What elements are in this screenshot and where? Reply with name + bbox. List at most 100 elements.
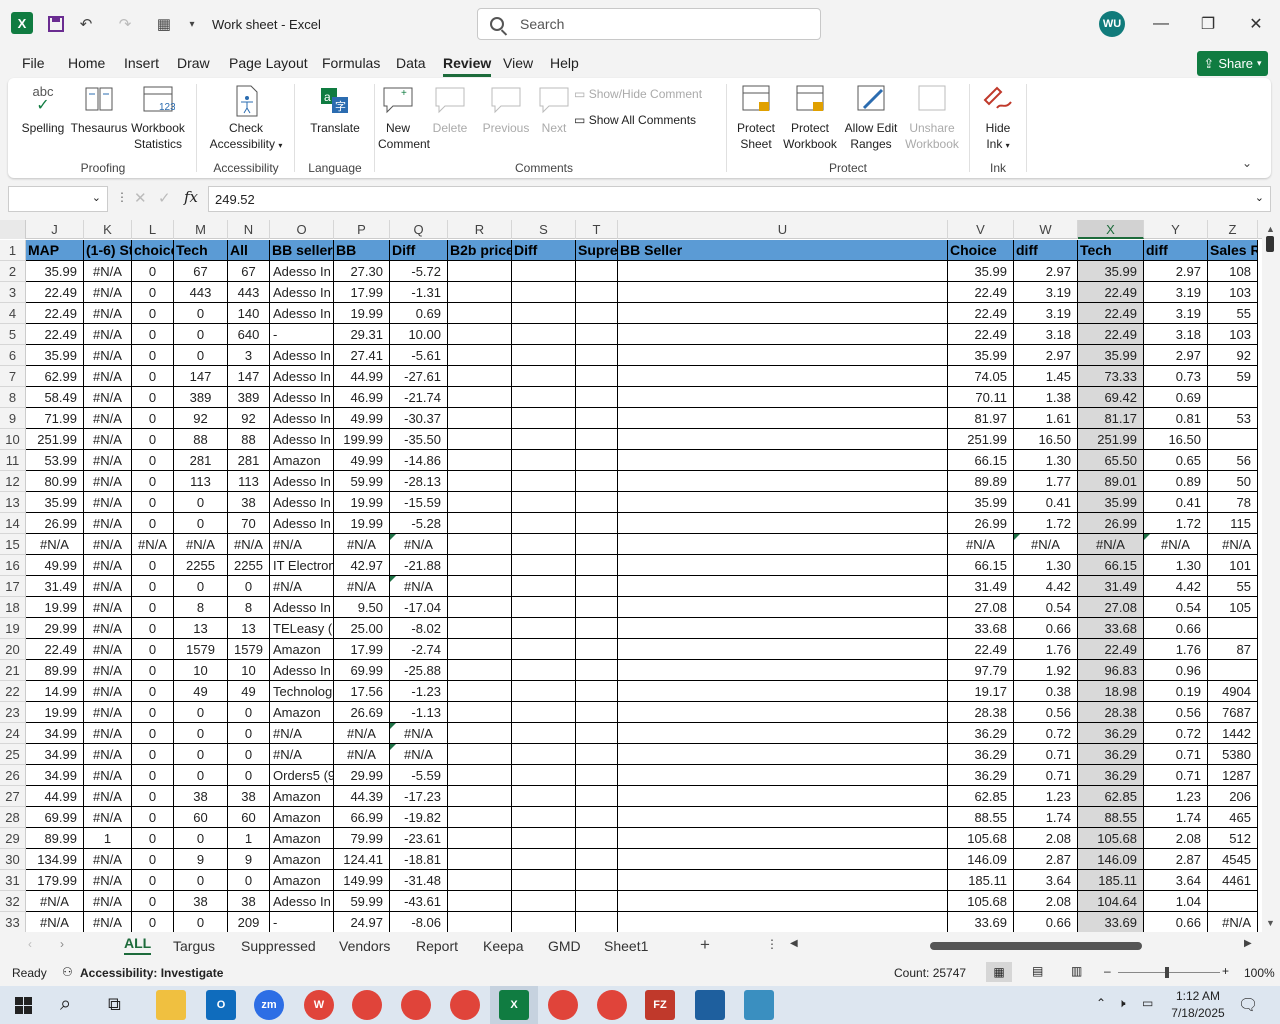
table-cell[interactable]: 3.19: [1144, 303, 1208, 324]
table-cell[interactable]: 0: [132, 891, 174, 912]
table-cell[interactable]: 92: [1208, 345, 1258, 366]
column-header-y[interactable]: Y: [1144, 220, 1208, 239]
table-cell[interactable]: [1208, 618, 1258, 639]
table-cell[interactable]: 206: [1208, 786, 1258, 807]
table-cell[interactable]: 146.09: [1078, 849, 1144, 870]
table-cell[interactable]: 19.99: [334, 492, 390, 513]
table-cell[interactable]: #N/A: [84, 471, 132, 492]
table-cell[interactable]: [512, 681, 576, 702]
table-cell[interactable]: [618, 387, 948, 408]
table-cell[interactable]: 28.38: [1078, 702, 1144, 723]
row-header[interactable]: 1: [0, 240, 26, 261]
table-cell[interactable]: 0: [132, 555, 174, 576]
row-header[interactable]: 13: [0, 492, 26, 513]
table-cell[interactable]: Amazon: [270, 828, 334, 849]
table-cell[interactable]: Orders5 (9: [270, 765, 334, 786]
tab-keepa[interactable]: Keepa: [483, 938, 523, 954]
table-cell[interactable]: 87: [1208, 639, 1258, 660]
name-box[interactable]: ⌄: [8, 186, 108, 212]
table-cell[interactable]: [1208, 429, 1258, 450]
row-header[interactable]: 8: [0, 387, 26, 408]
table-cell[interactable]: 27.30: [334, 261, 390, 282]
table-cell[interactable]: #N/A: [84, 387, 132, 408]
table-cell[interactable]: 89.89: [948, 471, 1014, 492]
table-cell[interactable]: [448, 786, 512, 807]
table-cell[interactable]: 281: [228, 450, 270, 471]
table-cell[interactable]: 4545: [1208, 849, 1258, 870]
table-cell[interactable]: 36.29: [1078, 723, 1144, 744]
table-cell[interactable]: [512, 891, 576, 912]
table-cell[interactable]: 44.99: [26, 786, 84, 807]
column-header-m[interactable]: M: [174, 220, 228, 239]
table-cell[interactable]: 389: [228, 387, 270, 408]
table-cell[interactable]: 0: [132, 912, 174, 932]
table-cell[interactable]: [448, 744, 512, 765]
table-cell[interactable]: 22.49: [948, 303, 1014, 324]
table-cell[interactable]: 58.49: [26, 387, 84, 408]
table-cell[interactable]: 31.49: [948, 576, 1014, 597]
table-cell[interactable]: 1.30: [1014, 555, 1078, 576]
table-cell[interactable]: Adesso In: [270, 597, 334, 618]
row-header[interactable]: 11: [0, 450, 26, 471]
table-cell[interactable]: #N/A: [84, 324, 132, 345]
table-cell[interactable]: -5.28: [390, 513, 448, 534]
spelling-button[interactable]: abc ✓ Spelling: [20, 84, 66, 136]
table-cell[interactable]: 46.99: [334, 387, 390, 408]
table-cell[interactable]: [512, 807, 576, 828]
table-cell[interactable]: -: [270, 324, 334, 345]
table-cell[interactable]: 67: [228, 261, 270, 282]
table-cell[interactable]: 2255: [174, 555, 228, 576]
row-header[interactable]: 33: [0, 912, 26, 932]
table-cell[interactable]: 2.97: [1014, 345, 1078, 366]
zoom-app-icon[interactable]: zm: [254, 990, 284, 1020]
table-cell[interactable]: [618, 324, 948, 345]
customize-qat-icon[interactable]: ▾: [180, 12, 204, 36]
table-cell[interactable]: 53.99: [26, 450, 84, 471]
minimize-icon[interactable]: —: [1146, 10, 1176, 38]
table-cell[interactable]: 26.99: [948, 513, 1014, 534]
table-cell[interactable]: [618, 849, 948, 870]
table-cell[interactable]: 27.41: [334, 345, 390, 366]
table-cell[interactable]: 88.55: [1078, 807, 1144, 828]
save-icon[interactable]: [44, 12, 68, 36]
enter-icon[interactable]: ✓: [158, 189, 171, 207]
protect-workbook-button[interactable]: Protect Workbook: [780, 84, 840, 152]
table-cell[interactable]: [618, 723, 948, 744]
table-cell[interactable]: [448, 618, 512, 639]
table-cell[interactable]: [576, 345, 618, 366]
table-cell[interactable]: #N/A: [84, 513, 132, 534]
redo-icon[interactable]: ↷: [113, 12, 137, 36]
row-header[interactable]: 20: [0, 639, 26, 660]
table-cell[interactable]: [576, 471, 618, 492]
table-cell[interactable]: 10.00: [390, 324, 448, 345]
table-cell[interactable]: 1.30: [1014, 450, 1078, 471]
vertical-scrollbar[interactable]: ▲ ▼: [1262, 220, 1280, 932]
table-cell[interactable]: [448, 261, 512, 282]
table-cell[interactable]: 28.38: [948, 702, 1014, 723]
table-cell[interactable]: -8.06: [390, 912, 448, 932]
table-cell[interactable]: [618, 345, 948, 366]
table-cell[interactable]: 8: [174, 597, 228, 618]
table-cell[interactable]: [448, 870, 512, 891]
search-box[interactable]: Search: [477, 8, 821, 40]
table-cell[interactable]: 33.68: [1078, 618, 1144, 639]
table-cell[interactable]: 0.71: [1144, 765, 1208, 786]
table-cell[interactable]: 0.66: [1014, 912, 1078, 932]
hide-ink-button[interactable]: Hide Ink ▾: [976, 84, 1020, 154]
column-header-s[interactable]: S: [512, 220, 576, 239]
calculator-icon[interactable]: ▦: [152, 12, 176, 36]
table-cell[interactable]: #N/A: [84, 261, 132, 282]
table-cell[interactable]: 53: [1208, 408, 1258, 429]
table-cell[interactable]: [618, 786, 948, 807]
table-cell[interactable]: #N/A: [84, 807, 132, 828]
table-cell[interactable]: Adesso In: [270, 261, 334, 282]
table-cell[interactable]: [1208, 660, 1258, 681]
table-cell[interactable]: [512, 282, 576, 303]
more-icon[interactable]: ⋮: [116, 190, 128, 204]
table-cell[interactable]: 66.99: [334, 807, 390, 828]
menu-page-layout[interactable]: Page Layout: [229, 55, 308, 71]
table-cell[interactable]: 2.97: [1144, 345, 1208, 366]
table-cell[interactable]: [618, 492, 948, 513]
table-cell[interactable]: 1.92: [1014, 660, 1078, 681]
chrome-icon[interactable]: [597, 990, 627, 1020]
